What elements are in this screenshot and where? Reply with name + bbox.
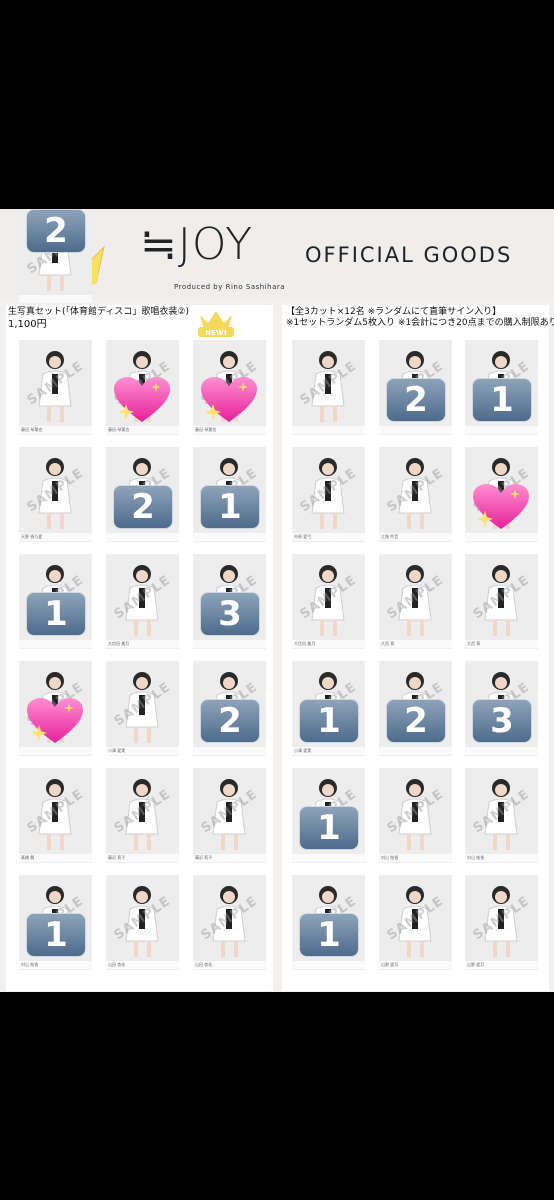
member-photo: SAMPLE xyxy=(193,875,266,961)
member-photo: SAMPLE xyxy=(193,768,266,854)
member-photo: SAMPLE xyxy=(292,340,365,426)
photo-card[interactable]: SAMPLE 大西 葵 xyxy=(379,554,452,649)
count-marker: 3 xyxy=(200,592,260,636)
photo-card[interactable]: SAMPLE 藤沢 莉子 xyxy=(106,768,179,863)
goods-sheet: JOY ≒JOY Produced by Rino Sashihara OFFI… xyxy=(0,209,554,992)
photo-card[interactable]: SAMPLE村山 結香 xyxy=(379,768,452,863)
photo-card[interactable]: SAMPLE 大西 葵 xyxy=(465,554,538,649)
brand-producer: Produced by Rino Sashihara xyxy=(174,283,286,291)
member-photo: SAMPLE xyxy=(106,768,179,854)
count-marker: 2 xyxy=(26,209,86,253)
member-name-caption: 藤田 琴葉也 xyxy=(21,427,43,432)
count-marker: 2 xyxy=(113,485,173,529)
photo-card[interactable]: SAMPLE 市原 愛弓 xyxy=(292,447,365,542)
member-photo: SAMPLE xyxy=(465,875,538,961)
photo-card[interactable]: SAMPLE 藤田 琴葉也 xyxy=(19,340,92,435)
member-photo: SAMPLE xyxy=(19,768,92,854)
product-note-line2: ※1セットランダム5枚入り ※1会計につき20点までの購入制限あり xyxy=(286,318,554,328)
photo-card[interactable]: SAMPLE 大信田 美月 xyxy=(292,554,365,649)
count-marker: 2 xyxy=(386,699,446,743)
count-marker: 1 xyxy=(26,913,86,957)
member-name-caption: 大西 葵 xyxy=(467,641,481,646)
member-photo: SAMPLE xyxy=(19,447,92,533)
member-name-caption: 天野 香乃愛 xyxy=(21,534,43,539)
member-photo: SAMPLE xyxy=(379,554,452,640)
member-photo: SAMPLE xyxy=(379,875,452,961)
member-name-caption: 村山 結香 xyxy=(381,855,399,860)
count-marker: 1 xyxy=(299,699,359,743)
member-name-caption: 江角 怜音 xyxy=(381,534,399,539)
count-marker: 1 xyxy=(299,806,359,850)
official-goods-title: OFFICIAL GOODS xyxy=(305,243,513,267)
member-name-caption: 藤田 琴葉也 xyxy=(108,427,130,432)
member-name-caption: 山野 愛月 xyxy=(381,962,399,967)
member-name-caption: 藤沢 莉子 xyxy=(108,855,126,860)
member-photo: SAMPLE xyxy=(19,340,92,426)
photo-card[interactable]: SAMPLE 山田 杏佳 xyxy=(106,875,179,970)
member-name-caption: 大信田 美月 xyxy=(108,641,130,646)
new-badge-text: NEW! xyxy=(205,329,227,337)
new-badge-icon: NEW! xyxy=(198,311,234,337)
member-name-caption: 髙橋 舞 xyxy=(21,855,35,860)
member-photo: SAMPLE xyxy=(465,554,538,640)
member-name-caption: 村山 結香 xyxy=(467,855,485,860)
photo-card[interactable]: SAMPLE 江角 怜音 xyxy=(379,447,452,542)
member-name-caption: 山田 杏佳 xyxy=(108,962,126,967)
count-marker: 3 xyxy=(472,699,532,743)
member-name-caption: 大西 葵 xyxy=(381,641,395,646)
heart-sticker-icon xyxy=(112,376,172,426)
photo-card[interactable]: SAMPLE小澤 愛実 xyxy=(106,661,179,756)
product-title: 生写真セット(「体育館ディスコ」歌唱衣装②) xyxy=(8,307,189,317)
member-photo: SAMPLE xyxy=(379,447,452,533)
heart-sticker-icon xyxy=(471,483,531,533)
photo-card[interactable]: SAMPLE 山田 杏佳 xyxy=(193,875,266,970)
count-marker: 1 xyxy=(472,378,532,422)
count-marker: 2 xyxy=(200,699,260,743)
member-photo: SAMPLE xyxy=(292,554,365,640)
count-marker: 1 xyxy=(26,592,86,636)
heart-sticker-icon xyxy=(25,697,85,747)
member-name-caption: 山田 杏佳 xyxy=(195,962,213,967)
photo-card[interactable]: SAMPLE xyxy=(292,340,365,435)
product-note-line1: 【全3カット×12名 ※ランダムにて直筆サイン入り】 xyxy=(286,307,502,317)
photo-card[interactable]: SAMPLE 藤沢 莉子 xyxy=(193,768,266,863)
count-marker: 1 xyxy=(299,913,359,957)
member-name-caption: 小澤 愛実 xyxy=(294,748,312,753)
photo-card[interactable]: SAMPLE 大信田 美月 xyxy=(106,554,179,649)
brand-name: ≒JOY xyxy=(140,219,253,270)
product-price: 1,100円 xyxy=(8,319,47,330)
member-name-caption: 藤沢 莉子 xyxy=(195,855,213,860)
heart-sticker-icon xyxy=(199,376,259,426)
member-name-caption: 小澤 愛実 xyxy=(108,748,126,753)
photo-card[interactable]: SAMPLE 天野 香乃愛 xyxy=(19,447,92,542)
member-photo: SAMPLE xyxy=(106,554,179,640)
member-photo: SAMPLE xyxy=(106,875,179,961)
count-marker: 1 xyxy=(200,485,260,529)
member-photo: SAMPLE xyxy=(379,768,452,854)
brand-logo: ≒JOY Produced by Rino Sashihara xyxy=(140,219,285,293)
count-marker: 2 xyxy=(386,378,446,422)
photo-card[interactable]: SAMPLE 山野 愛月 xyxy=(465,875,538,970)
photo-card[interactable]: SAMPLE 山野 愛月 xyxy=(379,875,452,970)
photo-card[interactable]: SAMPLE村山 結香 xyxy=(465,768,538,863)
member-photo: SAMPLE xyxy=(106,661,179,747)
photo-card[interactable]: SAMPLE 髙橋 舞 xyxy=(19,768,92,863)
member-name-caption: 市原 愛弓 xyxy=(294,534,312,539)
member-name-caption: 大信田 美月 xyxy=(294,641,316,646)
member-photo: SAMPLE xyxy=(465,768,538,854)
member-photo: SAMPLE xyxy=(292,447,365,533)
member-name-caption: 藤田 琴葉也 xyxy=(195,427,217,432)
member-name-caption: 村山 結香 xyxy=(21,962,39,967)
member-name-caption: 山野 愛月 xyxy=(467,962,485,967)
